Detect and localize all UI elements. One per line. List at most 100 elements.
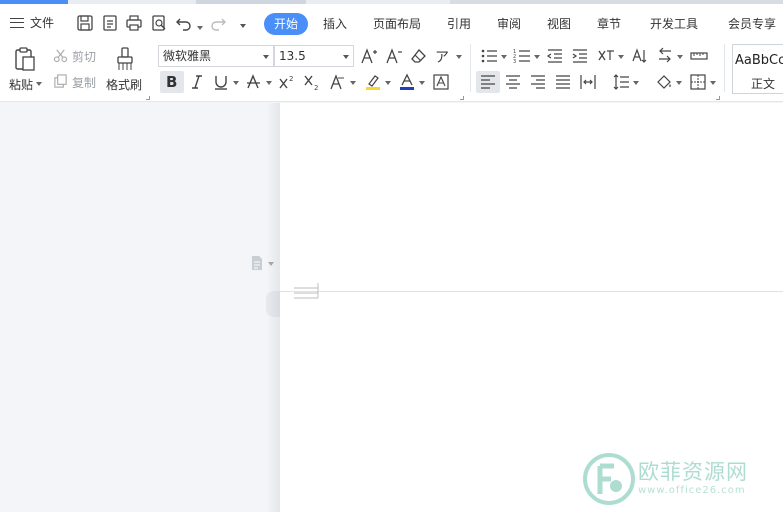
copy-button[interactable]: 复制 xyxy=(72,74,96,91)
file-menu-label: 文件 xyxy=(30,16,55,30)
align-center-icon[interactable] xyxy=(504,73,522,91)
svg-text:3: 3 xyxy=(513,59,516,65)
text-effect-dropdown-icon[interactable] xyxy=(350,81,356,85)
paste-dropdown-icon[interactable] xyxy=(36,82,42,86)
style-preview: AaBbCc xyxy=(735,53,783,68)
underline-dropdown-icon[interactable] xyxy=(233,81,239,85)
scissors-icon xyxy=(53,48,68,63)
decrease-indent-icon[interactable] xyxy=(546,47,564,65)
svg-text:2: 2 xyxy=(314,84,318,91)
line-spacing-icon[interactable] xyxy=(612,73,630,91)
decrease-font-size-icon[interactable] xyxy=(385,47,403,65)
paste-button[interactable]: 粘贴 xyxy=(9,76,33,93)
show-marks-dropdown-icon[interactable] xyxy=(677,55,683,59)
format-painter-icon xyxy=(115,46,135,72)
numbered-dropdown-icon[interactable] xyxy=(534,55,540,59)
watermark-logo-icon xyxy=(583,453,635,505)
sort-icon[interactable] xyxy=(631,47,649,65)
align-left-button[interactable] xyxy=(476,71,500,93)
chevron-down-icon xyxy=(343,55,349,59)
bold-button[interactable]: B xyxy=(160,71,184,93)
paste-icon[interactable] xyxy=(13,46,37,72)
bullet-list-icon[interactable] xyxy=(480,47,498,65)
chevron-down-icon xyxy=(263,55,269,59)
italic-icon[interactable] xyxy=(188,73,206,91)
export-pdf-icon[interactable] xyxy=(101,14,119,32)
font-size-select[interactable]: 13.5 xyxy=(274,45,354,67)
clipboard-launcher-icon[interactable] xyxy=(146,96,150,100)
distributed-align-icon[interactable] xyxy=(579,73,597,91)
print-preview-icon[interactable] xyxy=(150,14,168,32)
watermark: 欧菲资源网 www.office26.com xyxy=(582,452,782,506)
page-shadow xyxy=(266,103,280,512)
line-spacing-dropdown-icon[interactable] xyxy=(633,81,639,85)
style-name: 正文 xyxy=(751,77,776,91)
svg-text:ア: ア xyxy=(435,50,449,65)
tab-insert[interactable]: 插入 xyxy=(323,15,347,32)
file-menu[interactable]: 文件 xyxy=(10,14,54,31)
align-right-icon[interactable] xyxy=(529,73,547,91)
bold-icon: B xyxy=(166,73,178,91)
chinese-layout-icon[interactable] xyxy=(597,47,615,65)
increase-indent-icon[interactable] xyxy=(571,47,589,65)
tab-chapter[interactable]: 章节 xyxy=(597,15,621,32)
phonetic-guide-icon[interactable]: ア xyxy=(435,47,453,66)
watermark-url: www.office26.com xyxy=(638,485,746,496)
tab-references[interactable]: 引用 xyxy=(447,15,471,32)
cut-button[interactable]: 剪切 xyxy=(72,48,96,65)
chinese-layout-dropdown-icon[interactable] xyxy=(618,55,624,59)
shading-icon[interactable] xyxy=(655,73,673,91)
style-normal[interactable]: AaBbCc 正文 xyxy=(732,44,783,94)
strikethrough-dropdown-icon[interactable] xyxy=(266,81,272,85)
align-left-icon xyxy=(481,75,495,89)
tab-developer[interactable]: 开发工具 xyxy=(650,15,698,32)
ruler-icon[interactable] xyxy=(690,47,708,65)
character-border-icon[interactable] xyxy=(432,73,450,91)
phonetic-dropdown-icon[interactable] xyxy=(456,55,462,59)
print-icon[interactable] xyxy=(125,14,143,32)
show-marks-icon[interactable] xyxy=(656,47,674,65)
superscript-icon[interactable]: 2 xyxy=(278,73,296,91)
tab-review[interactable]: 审阅 xyxy=(497,15,521,32)
justify-icon[interactable] xyxy=(554,73,572,91)
borders-icon[interactable] xyxy=(689,73,707,91)
numbered-list-icon[interactable]: 123 xyxy=(513,47,531,65)
shading-dropdown-icon[interactable] xyxy=(676,81,682,85)
font-name-value: 微软雅黑 xyxy=(163,49,212,63)
highlight-dropdown-icon[interactable] xyxy=(385,81,391,85)
tab-member[interactable]: 会员专享 xyxy=(728,15,776,32)
watermark-text: 欧菲资源网 xyxy=(638,460,748,484)
highlight-icon[interactable] xyxy=(364,73,382,91)
paragraph-launcher-icon[interactable] xyxy=(716,96,720,100)
font-launcher-icon[interactable] xyxy=(460,96,464,100)
clear-formatting-icon[interactable] xyxy=(410,47,428,65)
margin-marker-icon xyxy=(294,283,319,299)
borders-dropdown-icon[interactable] xyxy=(710,81,716,85)
subscript-icon[interactable]: 2 xyxy=(303,73,321,92)
menu-bar: 文件 开始 插入 页面布局 引用 审阅 视图 章节 开发工具 会员专享 xyxy=(0,4,783,40)
strikethrough-icon[interactable] xyxy=(245,73,263,91)
group-separator xyxy=(470,44,471,92)
tab-view[interactable]: 视图 xyxy=(547,15,571,32)
hamburger-icon xyxy=(10,17,24,28)
undo-icon[interactable] xyxy=(175,14,193,32)
font-name-select[interactable]: 微软雅黑 xyxy=(158,45,274,67)
save-icon[interactable] xyxy=(76,14,94,32)
font-color-icon[interactable] xyxy=(398,73,416,91)
document-icon[interactable] xyxy=(250,255,264,271)
document-page[interactable] xyxy=(280,103,783,512)
underline-icon[interactable] xyxy=(212,73,230,91)
font-size-value: 13.5 xyxy=(279,49,306,63)
group-separator xyxy=(724,44,725,92)
bullet-dropdown-icon[interactable] xyxy=(501,55,507,59)
redo-icon[interactable] xyxy=(209,14,227,32)
customize-toolbar-icon[interactable] xyxy=(240,24,246,28)
text-effect-icon[interactable] xyxy=(328,73,346,91)
ribbon-home: 粘贴 剪切 复制 格式刷 微软雅黑 13.5 ア B 2 2 1 2 3 xyxy=(0,40,783,102)
undo-dropdown-icon[interactable] xyxy=(197,26,203,30)
font-color-dropdown-icon[interactable] xyxy=(419,81,425,85)
tab-home[interactable]: 开始 xyxy=(264,13,308,35)
tab-page-layout[interactable]: 页面布局 xyxy=(373,15,421,32)
format-painter-button[interactable]: 格式刷 xyxy=(106,76,142,93)
increase-font-size-icon[interactable] xyxy=(360,47,378,65)
